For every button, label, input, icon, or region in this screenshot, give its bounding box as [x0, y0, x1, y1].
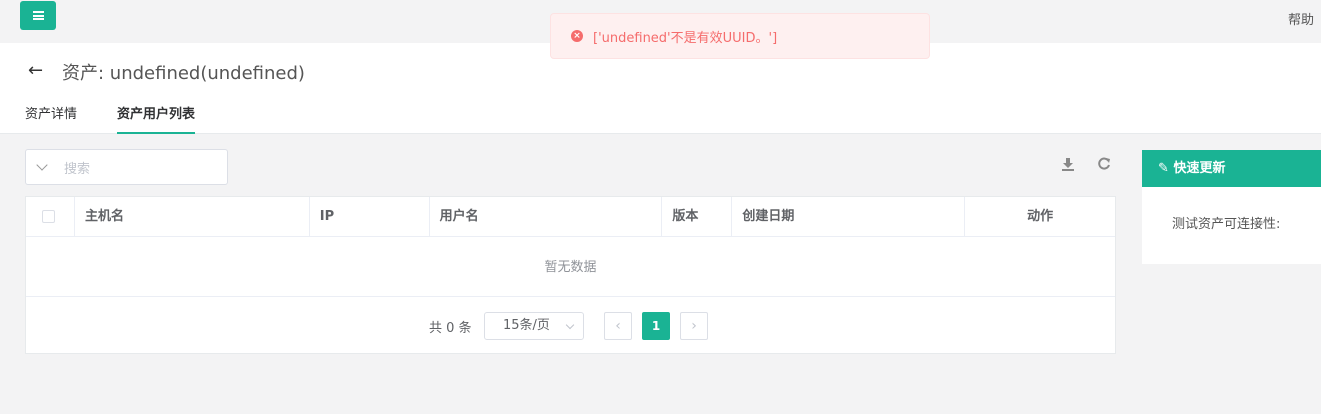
- asset-user-table: 主机名 IP 用户名 版本 创建日期 动作 暂无数据 共 0 条 15条/页 ‹…: [25, 196, 1116, 354]
- test-connectivity-label: 测试资产可连接性:: [1172, 217, 1281, 232]
- search-input[interactable]: 搜索: [25, 149, 228, 185]
- refresh-icon[interactable]: [1096, 157, 1112, 173]
- tab-asset-user-list[interactable]: 资产用户列表: [117, 105, 196, 134]
- error-message: ['undefined'不是有效UUID。']: [593, 30, 778, 46]
- error-circle-icon: ×: [571, 30, 583, 42]
- help-link[interactable]: 帮助: [1288, 9, 1314, 28]
- column-actions: 动作: [1027, 209, 1054, 224]
- search-placeholder: 搜索: [64, 161, 91, 177]
- download-icon[interactable]: [1060, 157, 1076, 173]
- page-number-button[interactable]: 1: [642, 312, 670, 340]
- quick-update-panel: ✎ 快速更新 测试资产可连接性:: [1142, 150, 1321, 264]
- error-toast: × ['undefined'不是有效UUID。']: [550, 13, 930, 59]
- back-arrow-icon[interactable]: ←: [28, 62, 43, 80]
- hamburger-icon: [32, 11, 44, 20]
- page-title: 资产: undefined(undefined): [62, 63, 305, 84]
- select-all-cell: [26, 197, 75, 237]
- page-size-select[interactable]: 15条/页: [484, 312, 584, 340]
- next-page-button[interactable]: ›: [680, 312, 708, 340]
- column-ip[interactable]: IP: [310, 197, 430, 237]
- column-hostname[interactable]: 主机名: [75, 197, 310, 237]
- table-toolbar: [1060, 157, 1132, 173]
- chevron-down-icon: [565, 320, 575, 330]
- pagination: 共 0 条 15条/页 ‹ 1 ›: [26, 297, 1115, 354]
- tab-asset-detail[interactable]: 资产详情: [25, 105, 77, 134]
- edit-icon: ✎: [1158, 161, 1169, 176]
- quick-update-header: ✎ 快速更新: [1142, 150, 1321, 187]
- table-header: 主机名 IP 用户名 版本 创建日期 动作: [26, 197, 1115, 237]
- page-size-value: 15条/页: [503, 318, 550, 333]
- pagination-total: 共 0 条: [429, 321, 472, 336]
- quick-update-title: 快速更新: [1173, 161, 1226, 176]
- tabs: 资产详情 资产用户列表: [25, 105, 235, 134]
- prev-page-button[interactable]: ‹: [604, 312, 632, 340]
- column-version[interactable]: 版本: [662, 197, 733, 237]
- column-username[interactable]: 用户名: [430, 197, 663, 237]
- column-created-date[interactable]: 创建日期: [732, 197, 966, 237]
- menu-toggle-button[interactable]: [20, 1, 56, 30]
- empty-state: 暂无数据: [26, 238, 1115, 297]
- select-all-checkbox[interactable]: [42, 210, 55, 223]
- chevron-down-icon[interactable]: [36, 159, 48, 171]
